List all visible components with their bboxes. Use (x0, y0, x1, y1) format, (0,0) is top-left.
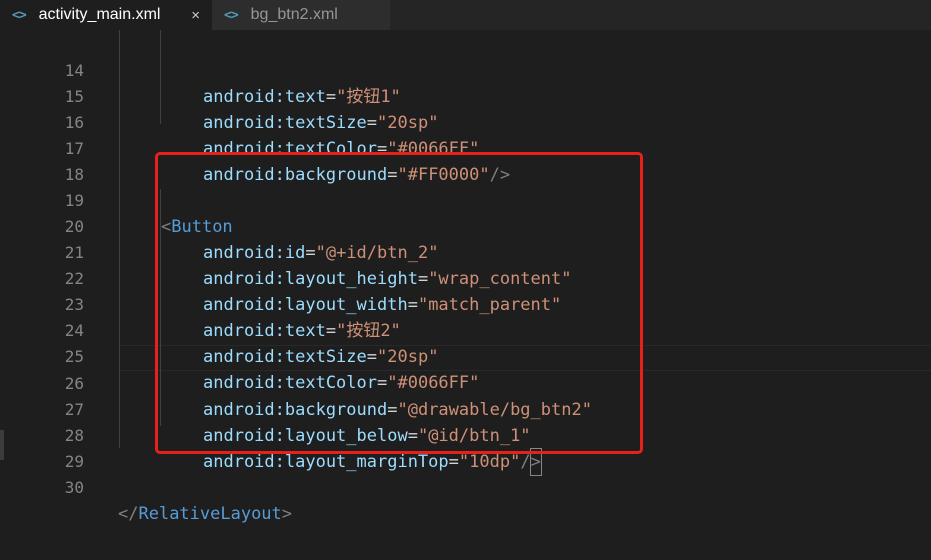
highlight-box (155, 152, 643, 454)
code-line: 16 android:textColor="#0066FF" (0, 84, 931, 159)
code-line: 17 android:background="#FF0000"/> (0, 110, 931, 185)
tab-activity-main[interactable]: <> activity_main.xml × (0, 0, 212, 30)
code-brackets-icon: <> (12, 7, 27, 23)
tag-open: </ (118, 504, 139, 524)
code-line: 14 android:text="按钮1" (0, 32, 931, 107)
code-brackets-icon: <> (224, 7, 239, 23)
editor-tab-bar: <> activity_main.xml × <> bg_btn2.xml (0, 0, 931, 30)
tab-bg-btn2[interactable]: <> bg_btn2.xml (212, 0, 390, 30)
code-line: 15 android:textSize="20sp" (0, 58, 931, 133)
xml-tag: RelativeLayout (138, 504, 282, 524)
code-content: </RelativeLayout> (118, 501, 292, 527)
close-icon[interactable]: × (191, 7, 200, 24)
tag-close: > (281, 504, 293, 524)
tab-label: activity_main.xml (38, 6, 161, 23)
line-number: 30 (64, 478, 84, 497)
tab-label: bg_btn2.xml (250, 6, 338, 23)
